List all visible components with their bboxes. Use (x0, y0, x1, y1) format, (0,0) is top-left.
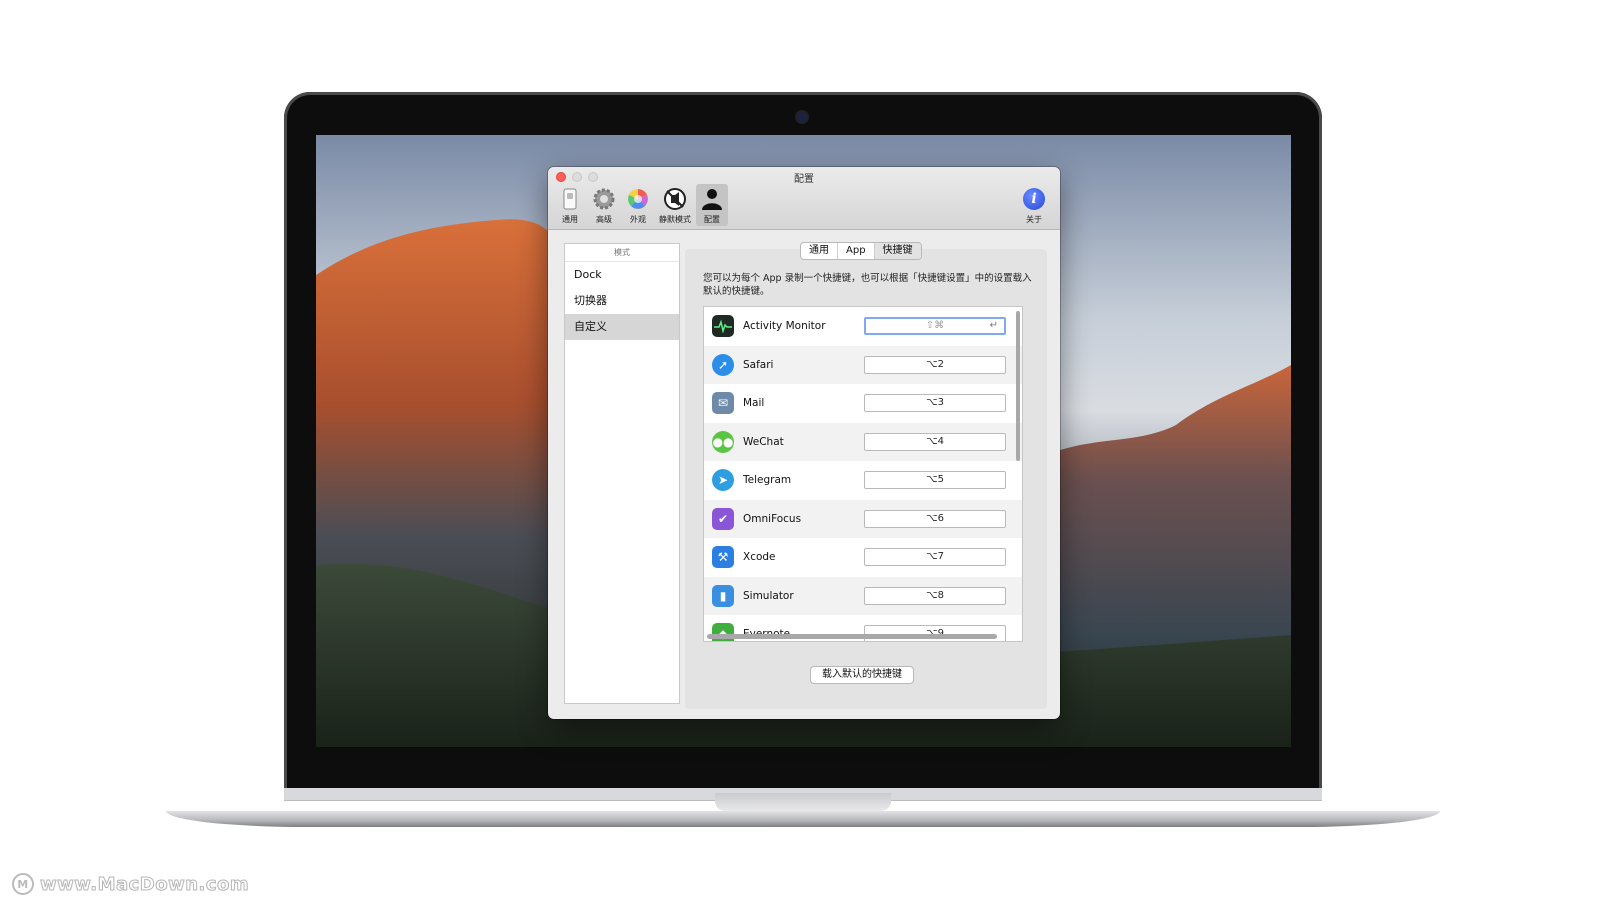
list-row[interactable]: Activity Monitor ⇧⌘ ↵ (704, 307, 1022, 346)
shortcut-recorder[interactable]: ⌥8 (864, 586, 1006, 605)
watermark: M www.MacDown.com (12, 872, 249, 896)
app-shortcut-list: Activity Monitor ⇧⌘ ↵ ➚ Safari ⌥2 ✉ Mail… (703, 306, 1023, 642)
paper-plane-icon: ➤ (712, 469, 734, 492)
window-title: 配置 (794, 174, 814, 185)
vertical-scrollbar[interactable] (1016, 311, 1020, 461)
person-icon (702, 189, 722, 210)
tab-app[interactable]: App (838, 243, 875, 259)
list-row[interactable]: ▮ Simulator ⌥8 (704, 576, 1022, 615)
app-name: Simulator (743, 589, 794, 602)
elephant-icon: ◆ (712, 623, 734, 641)
horizontal-scrollbar[interactable] (707, 634, 997, 639)
macdown-logo-icon: M (12, 873, 34, 895)
app-name: Activity Monitor (743, 320, 826, 333)
app-name: Mail (743, 397, 765, 410)
settings-panel: 通用 App 快捷键 您可以为每个 App 录制一个快捷键，也可以根据「快捷键设… (685, 242, 1047, 709)
shortcut-recorder[interactable]: ⇧⌘ ↵ (864, 317, 1006, 336)
info-icon: i (1023, 188, 1045, 210)
hammer-icon: ⚒ (712, 546, 734, 569)
about-button[interactable]: i 关于 (1016, 184, 1052, 226)
compass-icon: ➚ (712, 353, 734, 376)
toolbar-silent-mode-label: 静默模式 (659, 215, 691, 224)
camera-icon (797, 112, 807, 122)
toolbar-advanced-label: 高级 (596, 215, 612, 224)
shortcut-recorder[interactable]: ⌥2 (864, 355, 1006, 374)
activity-monitor-icon (712, 315, 734, 338)
window-content: 模式 Dock 切换器 自定义 通用 App 快捷键 您可以为每个 App 录制… (548, 230, 1060, 719)
tab-general[interactable]: 通用 (801, 243, 838, 259)
app-name: Telegram (743, 474, 792, 487)
list-row[interactable]: ✔ OmniFocus ⌥6 (704, 499, 1022, 538)
toolbar-appearance[interactable]: 外观 (622, 184, 654, 226)
mode-item-dock[interactable]: Dock (565, 262, 679, 288)
shortcut-value: ⇧⌘ (925, 320, 945, 332)
shortcut-recorder[interactable]: ⌥5 (864, 471, 1006, 490)
stamp-icon: ✉ (712, 392, 734, 415)
laptop-base (166, 811, 1440, 827)
load-defaults-button[interactable]: 载入默认的快捷键 (810, 666, 914, 684)
description-text: 您可以为每个 App 录制一个快捷键，也可以根据「快捷键设置」中的设置载入默认的… (703, 273, 1032, 297)
toolbar-general[interactable]: 通用 (554, 184, 586, 226)
mode-item-custom[interactable]: 自定义 (565, 314, 679, 340)
watermark-text: www.MacDown.com (39, 873, 250, 895)
color-wheel-icon (628, 189, 648, 209)
toolbar-advanced[interactable]: 高级 (588, 184, 620, 226)
list-row[interactable]: ➤ Telegram ⌥5 (704, 461, 1022, 500)
title-bar: 配置 通用 高级 外观 静默模式 配置 i 关于 (548, 167, 1060, 230)
shortcut-recorder[interactable]: ⌥6 (864, 509, 1006, 528)
app-name: WeChat (743, 435, 784, 448)
chat-bubble-icon: ●● (712, 430, 734, 453)
app-name: Safari (743, 358, 774, 371)
list-row[interactable]: ⚒ Xcode ⌥7 (704, 538, 1022, 577)
list-row[interactable]: ✉ Mail ⌥3 (704, 384, 1022, 423)
preferences-toolbar: 通用 高级 外观 静默模式 配置 (554, 184, 728, 226)
gear-icon (593, 188, 615, 210)
checkmark-icon: ✔ (712, 507, 734, 530)
mode-list-header: 模式 (565, 244, 679, 262)
mode-list: 模式 Dock 切换器 自定义 (564, 243, 680, 704)
mode-item-switcher[interactable]: 切换器 (565, 288, 679, 314)
preferences-window: 配置 通用 高级 外观 静默模式 配置 i 关于 模式 Dock 切换器 自定义… (548, 167, 1060, 719)
laptop-notch (715, 793, 891, 811)
return-icon: ↵ (989, 320, 998, 332)
toolbar-appearance-label: 外观 (630, 215, 646, 224)
toolbar-profile[interactable]: 配置 (696, 184, 728, 226)
list-row[interactable]: ➚ Safari ⌥2 (704, 345, 1022, 384)
mute-icon (664, 188, 686, 210)
toolbar-profile-label: 配置 (704, 215, 720, 224)
shortcut-recorder[interactable]: ⌥7 (864, 548, 1006, 567)
about-label: 关于 (1026, 215, 1042, 224)
list-row[interactable]: ●● WeChat ⌥4 (704, 422, 1022, 461)
shortcut-recorder[interactable]: ⌥3 (864, 394, 1006, 413)
app-name: OmniFocus (743, 512, 802, 525)
shortcut-recorder[interactable]: ⌥4 (864, 432, 1006, 451)
simulator-icon: ▮ (712, 584, 734, 607)
segmented-control: 通用 App 快捷键 (800, 242, 922, 260)
app-name: Xcode (743, 551, 776, 564)
toolbar-general-label: 通用 (562, 215, 578, 224)
tab-shortcuts[interactable]: 快捷键 (874, 243, 921, 259)
switch-icon (563, 188, 577, 210)
toolbar-silent-mode[interactable]: 静默模式 (656, 184, 694, 226)
